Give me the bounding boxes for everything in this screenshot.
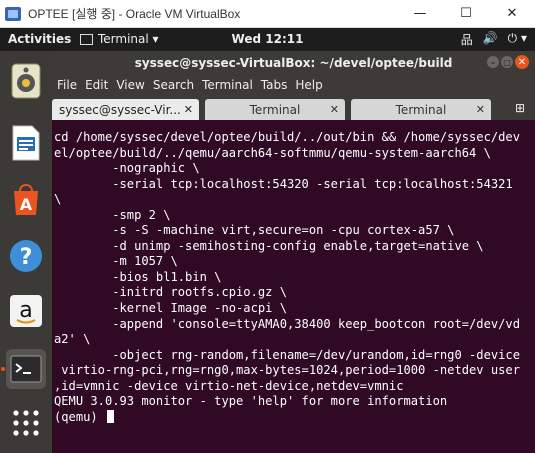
host-minimize-button[interactable]: — (397, 0, 443, 27)
terminal-window: syssec@syssec-VirtualBox: ~/devel/optee/… (52, 51, 535, 453)
menu-tabs[interactable]: Tabs (261, 78, 288, 92)
close-icon[interactable]: ✕ (515, 55, 529, 69)
volume-icon: 🔊 (482, 31, 498, 45)
text-cursor (106, 409, 114, 423)
system-tray[interactable]: 品 🔊 ⏻ ▾ (461, 31, 527, 48)
output-line: -bios bl1.bin \ (54, 269, 222, 284)
output-line: -s -S -machine virt,secure=on -cpu corte… (54, 223, 455, 238)
output-line: -append 'console=ttyAMA0,38400 keep_boot… (54, 316, 520, 331)
top-panel: Activities Terminal ▾ Wed 12:11 品 🔊 ⏻ ▾ (0, 28, 535, 51)
svg-text:?: ? (20, 245, 33, 270)
output-line: -kernel Image -no-acpi \ (54, 301, 287, 316)
activities-button[interactable]: Activities (8, 32, 71, 46)
virtualbox-app-icon (5, 6, 21, 21)
help-icon[interactable]: ? (6, 236, 46, 276)
app-menu-label: Terminal ▾ (98, 32, 159, 46)
terminal-titlebar[interactable]: syssec@syssec-VirtualBox: ~/devel/optee/… (52, 51, 535, 74)
tab-close-icon[interactable]: ✕ (330, 103, 339, 116)
output-line: -initrd rootfs.cpio.gz \ (54, 285, 287, 300)
amazon-icon[interactable]: a (6, 291, 46, 331)
rhythmbox-icon[interactable] (6, 61, 46, 101)
tab-label: Terminal (395, 102, 447, 117)
tab-bar: syssec@syssec-Vir... ✕ Terminal ✕ Termin… (52, 96, 535, 120)
output-line: -d unimp -semihosting-config enable,targ… (54, 238, 484, 253)
show-applications-icon[interactable] (6, 403, 46, 443)
host-window-title: OPTEE [실행 중] - Oracle VM VirtualBox (28, 7, 241, 21)
clock[interactable]: Wed 12:11 (232, 32, 304, 46)
tab-label: Terminal (249, 102, 301, 117)
new-tab-menu-icon[interactable]: ⊞ (515, 101, 529, 115)
maximize-icon[interactable]: □ (501, 56, 513, 68)
menu-terminal[interactable]: Terminal (202, 78, 253, 92)
terminal-menubar: File Edit View Search Terminal Tabs Help (52, 74, 535, 96)
output-line: -object rng-random,filename=/dev/urandom… (54, 347, 520, 362)
tab-terminal-3[interactable]: Terminal ✕ (351, 99, 491, 120)
power-icon: ⏻ ▾ (507, 31, 527, 45)
terminal-title: syssec@syssec-VirtualBox: ~/devel/optee/… (134, 55, 453, 70)
menu-help[interactable]: Help (295, 78, 322, 92)
terminal-text: cd /home/syssec/devel/optee/build/../out… (52, 128, 535, 425)
tab-syssec[interactable]: syssec@syssec-Vir... ✕ (52, 99, 199, 120)
output-line: \ (54, 192, 62, 207)
output-line: virtio-rng-pci,rng=rng0,max-bytes=1024,p… (54, 363, 520, 378)
host-maximize-button[interactable]: ☐ (443, 0, 489, 27)
host-window-controls: — ☐ ✕ (397, 0, 535, 27)
dock: A ? a (0, 51, 52, 453)
menu-view[interactable]: View (116, 78, 144, 92)
prompt-line: (qemu) (54, 409, 105, 424)
output-line: -serial tcp:localhost:54320 -serial tcp:… (54, 176, 513, 191)
output-line: -nographic \ (54, 161, 200, 176)
output-line: el/optee/build/../qemu/aarch64-softmmu/q… (54, 145, 491, 160)
host-close-button[interactable]: ✕ (489, 0, 535, 27)
output-line: a2' \ (54, 332, 91, 347)
ubuntu-software-icon[interactable]: A (6, 179, 46, 219)
svg-text:A: A (20, 195, 33, 214)
terminal-icon[interactable] (6, 349, 46, 389)
tab-close-icon[interactable]: ✕ (476, 103, 485, 116)
libreoffice-writer-icon[interactable] (6, 123, 46, 163)
svg-text:a: a (19, 298, 32, 323)
terminal-output[interactable]: cd /home/syssec/devel/optee/build/../out… (52, 128, 535, 453)
network-icon: 品 (460, 33, 473, 47)
output-line: -smp 2 \ (54, 207, 171, 222)
menu-search[interactable]: Search (153, 78, 194, 92)
output-line: QEMU 3.0.93 monitor - type 'help' for mo… (54, 394, 448, 409)
tab-close-icon[interactable]: ✕ (184, 103, 193, 116)
menu-edit[interactable]: Edit (85, 78, 108, 92)
output-line: ,id=vmnic -device virtio-net-device,netd… (54, 378, 404, 393)
running-indicator (1, 367, 5, 371)
output-line: -m 1057 \ (54, 254, 178, 269)
output-line: cd /home/syssec/devel/optee/build/../out… (54, 130, 520, 144)
menu-file[interactable]: File (57, 78, 77, 92)
tab-terminal-2[interactable]: Terminal ✕ (205, 99, 345, 120)
app-menu[interactable]: Terminal ▾ (80, 32, 159, 46)
host-window-titlebar: OPTEE [실행 중] - Oracle VM VirtualBox — ☐ … (0, 0, 535, 28)
minimize-icon[interactable]: – (487, 56, 499, 68)
terminal-mini-icon (80, 33, 93, 45)
tab-label: syssec@syssec-Vir... (59, 102, 181, 117)
